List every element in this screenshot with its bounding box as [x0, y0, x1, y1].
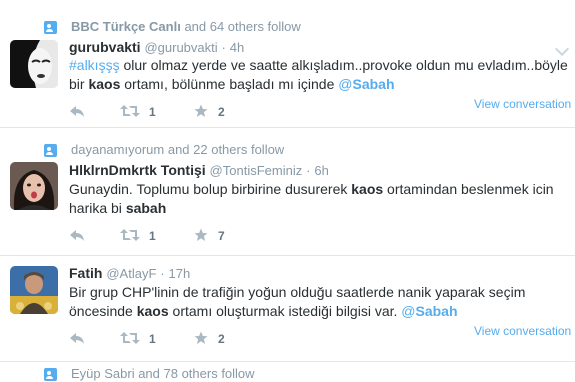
timestamp[interactable]: 4h [230, 40, 244, 55]
mention-link[interactable]: @Sabah [401, 303, 457, 319]
avatar[interactable] [10, 162, 58, 210]
context-rest: and 64 others follow [184, 19, 301, 34]
text-part: ortamı oluşturmak istediği bilgisi var. [168, 303, 402, 319]
retweet-count[interactable]: 1 [149, 105, 156, 119]
username[interactable]: @gurubvakti [144, 40, 217, 55]
favorite-count[interactable]: 7 [218, 229, 225, 243]
text-part: ortamı, bölünme başladı mı içinde [120, 76, 339, 92]
keyword-highlight: sabah [125, 200, 167, 216]
separator-dot: · [160, 266, 165, 281]
tweet-header: gurubvakti @gurubvakti · 4h [69, 39, 244, 55]
mention-link[interactable]: @Sabah [338, 76, 394, 92]
retweet-icon[interactable] [120, 228, 140, 242]
person-icon [44, 21, 57, 34]
tweet-header: Fatih @AtlayF · 17h [69, 265, 190, 281]
favorite-count[interactable]: 2 [218, 332, 225, 346]
username[interactable]: @AtlayF [106, 266, 156, 281]
keyword-highlight: kaos [136, 303, 169, 319]
retweet-icon[interactable] [120, 104, 140, 118]
star-icon[interactable] [194, 104, 208, 118]
separator-dot: · [306, 163, 311, 178]
hashtag-link[interactable]: #alkışşş [69, 57, 120, 73]
view-conversation-link[interactable]: View conversation [474, 97, 571, 111]
context-name[interactable]: dayanamıyorum [71, 142, 164, 157]
timestamp[interactable]: 17h [169, 266, 191, 281]
reply-icon[interactable] [69, 228, 85, 242]
tweet-item[interactable]: BBC Türkçe Canlı and 64 others follow gu… [0, 0, 575, 127]
view-conversation-link[interactable]: View conversation [474, 324, 571, 338]
avatar[interactable] [10, 40, 58, 88]
follow-context[interactable]: Eyüp Sabri and 78 others follow [71, 366, 255, 381]
fullname[interactable]: gurubvakti [69, 39, 141, 55]
star-icon[interactable] [194, 331, 208, 345]
context-rest: and 22 others follow [167, 142, 285, 157]
text-part: Gunaydin. Toplumu bolup birbirine dusure… [69, 181, 352, 197]
tweet-text: #alkışşş olur olmaz yerde ve saatte alkı… [69, 56, 569, 94]
tweet-item[interactable]: Fatih @AtlayF · 17h Bir grup CHP'linin d… [0, 255, 575, 360]
tweet-item[interactable]: dayanamıyorum and 22 others follow Hlklr… [0, 127, 575, 256]
person-icon [44, 144, 57, 157]
context-name[interactable]: BBC Türkçe Canlı [71, 19, 181, 34]
follow-context[interactable]: BBC Türkçe Canlı and 64 others follow [71, 19, 301, 34]
tweet-item[interactable]: Eyüp Sabri and 78 others follow [0, 361, 575, 382]
tweet-text: Gunaydin. Toplumu bolup birbirine dusure… [69, 180, 569, 218]
keyword-highlight: kaos [88, 76, 121, 92]
person-icon [44, 368, 57, 381]
avatar[interactable] [10, 266, 58, 314]
tweet-text: Bir grup CHP'linin de trafiğin yoğun old… [69, 283, 569, 321]
reply-icon[interactable] [69, 331, 85, 345]
reply-icon[interactable] [69, 104, 85, 118]
favorite-count[interactable]: 2 [218, 105, 225, 119]
fullname[interactable]: Fatih [69, 265, 102, 281]
separator-dot: · [221, 40, 226, 55]
retweet-count[interactable]: 1 [149, 229, 156, 243]
tweet-header: HlklrnDmkrtk Tontişi @TontisFeminiz · 6h [69, 162, 329, 178]
star-icon[interactable] [194, 228, 208, 242]
username[interactable]: @TontisFeminiz [210, 163, 303, 178]
follow-context[interactable]: dayanamıyorum and 22 others follow [71, 142, 284, 157]
more-options-caret-icon[interactable] [554, 41, 570, 57]
timestamp[interactable]: 6h [314, 163, 328, 178]
retweet-icon[interactable] [120, 331, 140, 345]
fullname[interactable]: HlklrnDmkrtk Tontişi [69, 162, 206, 178]
keyword-highlight: kaos [351, 181, 384, 197]
retweet-count[interactable]: 1 [149, 332, 156, 346]
